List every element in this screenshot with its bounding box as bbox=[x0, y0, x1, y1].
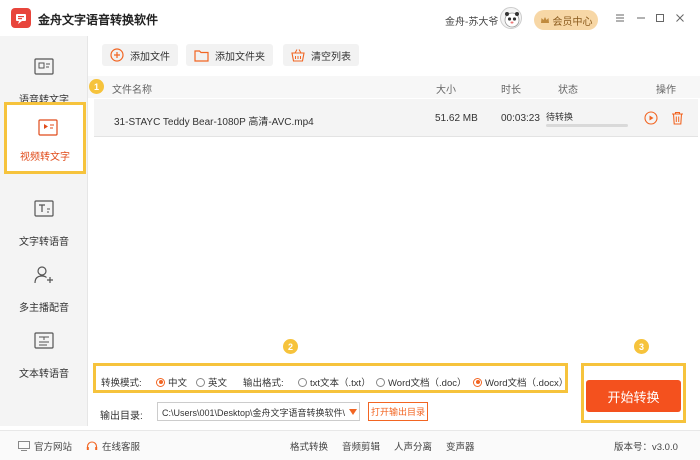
step-badge-1: 1 bbox=[89, 79, 104, 94]
radio-icon bbox=[376, 377, 385, 387]
app-title: 金舟文字语音转换软件 bbox=[38, 13, 159, 27]
header-status: 状态 bbox=[558, 85, 578, 96]
app-logo-icon bbox=[11, 8, 31, 28]
mode-option-chinese[interactable]: 中文 bbox=[156, 375, 187, 389]
footer: 官方网站 在线客服 格式转换 音频剪辑 人声分离 变声器 版本号：v3.0.0 bbox=[0, 430, 700, 460]
add-folder-button[interactable]: 添加文件夹 bbox=[186, 44, 273, 66]
output-dir-field[interactable]: C:\Users\001\Desktop\金舟文字语音转换软件\ bbox=[157, 402, 360, 421]
footer-link-voice-changer[interactable]: 变声器 bbox=[446, 439, 475, 453]
file-name: 31-STAYC Teddy Bear-1080P 高清-AVC.mp4 bbox=[114, 117, 314, 128]
header-action: 操作 bbox=[656, 85, 676, 96]
add-folder-label: 添加文件夹 bbox=[215, 51, 265, 63]
member-center-label: 会员中心 bbox=[552, 16, 593, 28]
video-to-text-icon bbox=[38, 119, 58, 136]
sidebar-item-multi-voice[interactable]: 多主播配音 bbox=[0, 252, 88, 322]
sidebar-item-label: 视频转文字 bbox=[20, 152, 70, 163]
progress-bar bbox=[546, 124, 628, 127]
option-label: txt文本（.txt） bbox=[310, 378, 371, 389]
step-badge-3: 3 bbox=[634, 339, 649, 354]
format-option-docx[interactable]: Word文档（.docx） bbox=[473, 375, 568, 389]
doc-to-audio-icon bbox=[34, 332, 54, 349]
sidebar-item-label: 文本转语音 bbox=[19, 369, 69, 380]
option-label: 中文 bbox=[168, 378, 188, 389]
minimize-icon[interactable] bbox=[633, 10, 649, 26]
add-file-label: 添加文件 bbox=[130, 51, 170, 63]
mode-label: 转换模式: bbox=[101, 378, 142, 389]
option-label: Word文档（.docx） bbox=[485, 378, 569, 389]
mode-option-english[interactable]: 英文 bbox=[196, 375, 227, 389]
website-label: 官方网站 bbox=[34, 442, 73, 453]
footer-link-format[interactable]: 格式转换 bbox=[290, 439, 328, 453]
output-dir-label: 输出目录: bbox=[100, 411, 143, 422]
option-label: 英文 bbox=[208, 378, 228, 389]
play-icon[interactable] bbox=[644, 111, 658, 125]
close-icon[interactable] bbox=[672, 10, 688, 26]
conversion-settings: 转换模式: 中文 英文 输出格式: txt文本（.txt） Word文档（.do… bbox=[93, 363, 568, 393]
radio-icon bbox=[196, 377, 205, 387]
menu-icon[interactable] bbox=[612, 10, 628, 26]
clear-list-label: 清空列表 bbox=[311, 51, 351, 63]
start-convert-button[interactable]: 开始转换 bbox=[586, 380, 681, 412]
folder-icon bbox=[194, 49, 209, 62]
title-bar: 金舟文字语音转换软件 金舟-苏大爷 会员中心 bbox=[0, 0, 700, 36]
file-table-header: 文件名称 大小 时长 状态 操作 bbox=[88, 76, 700, 98]
footer-link-vocal-split[interactable]: 人声分离 bbox=[394, 439, 432, 453]
toolbar: 添加文件 添加文件夹 清空列表 bbox=[88, 36, 700, 74]
headset-icon bbox=[86, 440, 98, 450]
maximize-icon[interactable] bbox=[652, 10, 668, 26]
radio-icon bbox=[473, 377, 482, 387]
sidebar-item-video-to-text[interactable]: 视频转文字 bbox=[4, 102, 86, 174]
open-output-dir-button[interactable]: 打开输出目录 bbox=[368, 402, 428, 421]
option-label: Word文档（.doc） bbox=[388, 378, 467, 389]
radio-icon bbox=[298, 377, 307, 387]
member-center-button[interactable]: 会员中心 bbox=[534, 10, 598, 30]
file-size: 51.62 MB bbox=[435, 113, 478, 124]
radio-icon bbox=[156, 377, 165, 387]
table-row[interactable]: 31-STAYC Teddy Bear-1080P 高清-AVC.mp4 51.… bbox=[94, 99, 698, 137]
format-option-txt[interactable]: txt文本（.txt） bbox=[298, 375, 371, 389]
website-link[interactable]: 官方网站 bbox=[18, 439, 72, 453]
add-file-button[interactable]: 添加文件 bbox=[102, 44, 178, 66]
basket-icon bbox=[291, 49, 305, 62]
step-badge-2: 2 bbox=[283, 339, 298, 354]
header-size: 大小 bbox=[436, 85, 456, 96]
dropdown-arrow-icon[interactable] bbox=[345, 402, 361, 421]
sidebar-item-text-to-audio[interactable]: 文字转语音 bbox=[0, 186, 88, 256]
format-label: 输出格式: bbox=[243, 378, 284, 389]
add-circle-icon bbox=[110, 48, 124, 62]
crown-icon bbox=[540, 17, 549, 23]
sidebar-item-label: 文字转语音 bbox=[19, 237, 69, 248]
file-duration: 00:03:23 bbox=[501, 113, 540, 124]
clear-list-button[interactable]: 清空列表 bbox=[283, 44, 359, 66]
service-label: 在线客服 bbox=[102, 442, 141, 453]
format-option-doc[interactable]: Word文档（.doc） bbox=[376, 375, 466, 389]
header-duration: 时长 bbox=[501, 85, 521, 96]
sidebar-item-doc-to-audio[interactable]: 文本转语音 bbox=[0, 318, 88, 388]
text-to-audio-icon bbox=[34, 200, 54, 217]
footer-link-audio-edit[interactable]: 音频剪辑 bbox=[342, 439, 380, 453]
sidebar: 语音转文字 视频转文字 文字转语音 多主播配音 文本转语音 bbox=[0, 36, 88, 426]
multi-voice-icon bbox=[34, 266, 53, 284]
monitor-icon bbox=[18, 441, 30, 451]
sidebar-item-label: 多主播配音 bbox=[19, 303, 69, 314]
avatar[interactable] bbox=[500, 7, 522, 29]
header-name: 文件名称 bbox=[112, 85, 152, 96]
service-link[interactable]: 在线客服 bbox=[86, 439, 140, 453]
file-status: 待转换 bbox=[546, 112, 574, 122]
audio-to-text-icon bbox=[34, 58, 54, 75]
user-name[interactable]: 金舟-苏大爷 bbox=[445, 13, 498, 28]
version-label: 版本号：v3.0.0 bbox=[614, 442, 678, 453]
trash-icon[interactable] bbox=[671, 111, 684, 125]
